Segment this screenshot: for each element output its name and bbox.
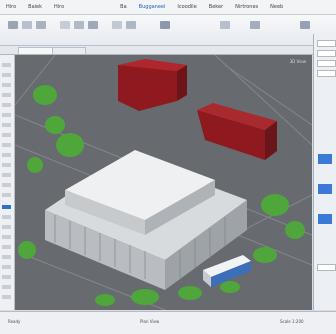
menu-bar: Hiro Baiek Hiro Ba Bugganeel Icoodile Be… [0,0,336,15]
render-tool-icon[interactable] [160,21,170,29]
property-field[interactable] [317,264,336,271]
palette-item[interactable] [2,113,11,117]
palette-item[interactable] [2,265,11,269]
tab-plan-view[interactable] [52,47,86,54]
palette-item[interactable] [2,73,11,77]
palette-item[interactable] [2,285,11,289]
palette-item[interactable] [2,163,11,167]
3d-viewport[interactable]: 3D View [15,55,312,310]
palette-item[interactable] [2,275,11,279]
palette-item[interactable] [2,193,11,197]
palette-item[interactable] [2,153,11,157]
menu-item-8[interactable]: Nirtrones [229,4,264,10]
palette-item[interactable] [2,83,11,87]
palette-item[interactable] [2,63,11,67]
door-tool-icon[interactable] [74,21,84,29]
menu-item-6[interactable]: Icoodile [171,4,202,10]
status-bar: Ready Plan View Scale 1:200 [0,311,336,334]
menu-item-3[interactable]: Hiro [48,4,70,10]
palette-item[interactable] [2,255,11,259]
palette-item[interactable] [2,235,11,239]
menu-item-9[interactable]: Neeb [264,4,289,10]
menu-item-1[interactable]: Hiro [0,4,22,10]
palette-item[interactable] [2,183,11,187]
menu-item-7[interactable]: Beker [203,4,229,10]
property-field[interactable] [317,50,336,57]
material-swatch[interactable] [318,184,332,194]
menu-item-2[interactable]: Baiek [22,4,48,10]
menu-item-5[interactable]: Bugganeel [133,4,172,10]
palette-item[interactable] [2,173,11,177]
tab-3d-view[interactable] [18,47,56,54]
wall-tool-icon[interactable] [60,21,70,29]
palette-item[interactable] [2,93,11,97]
ribbon-toolbar [0,15,336,46]
viewport-label: 3D View [289,59,306,64]
property-field[interactable] [317,60,336,67]
palette-item[interactable] [2,123,11,127]
measure-tool-icon[interactable] [250,21,260,29]
move-tool-icon[interactable] [22,21,32,29]
window-tool-icon[interactable] [88,21,98,29]
palette-item[interactable] [2,133,11,137]
roof-tool-icon[interactable] [112,21,122,29]
material-swatch[interactable] [318,214,332,224]
palette-item[interactable] [2,143,11,147]
property-field[interactable] [317,40,336,47]
status-left: Ready [8,319,21,324]
cad-application-window: Hiro Baiek Hiro Ba Bugganeel Icoodile Be… [0,0,336,334]
palette-item[interactable] [2,103,11,107]
section-tool-icon[interactable] [220,21,230,29]
settings-icon[interactable] [300,21,310,29]
palette-item-selected[interactable] [2,205,11,209]
select-tool-icon[interactable] [8,21,18,29]
menu-item-4[interactable]: Ba [114,4,133,10]
view-tab-strip [0,46,336,55]
rotate-tool-icon[interactable] [36,21,46,29]
properties-panel [313,34,336,310]
left-tool-palette [0,55,15,310]
status-mid: Plan View [140,319,160,324]
material-swatch[interactable] [318,154,332,164]
status-right: Scale 1:200 [280,319,304,324]
palette-item[interactable] [2,215,11,219]
palette-item[interactable] [2,245,11,249]
property-field[interactable] [317,70,336,77]
stair-tool-icon[interactable] [126,21,136,29]
palette-item[interactable] [2,225,11,229]
palette-item[interactable] [2,295,11,299]
architectural-model-render [15,55,312,310]
